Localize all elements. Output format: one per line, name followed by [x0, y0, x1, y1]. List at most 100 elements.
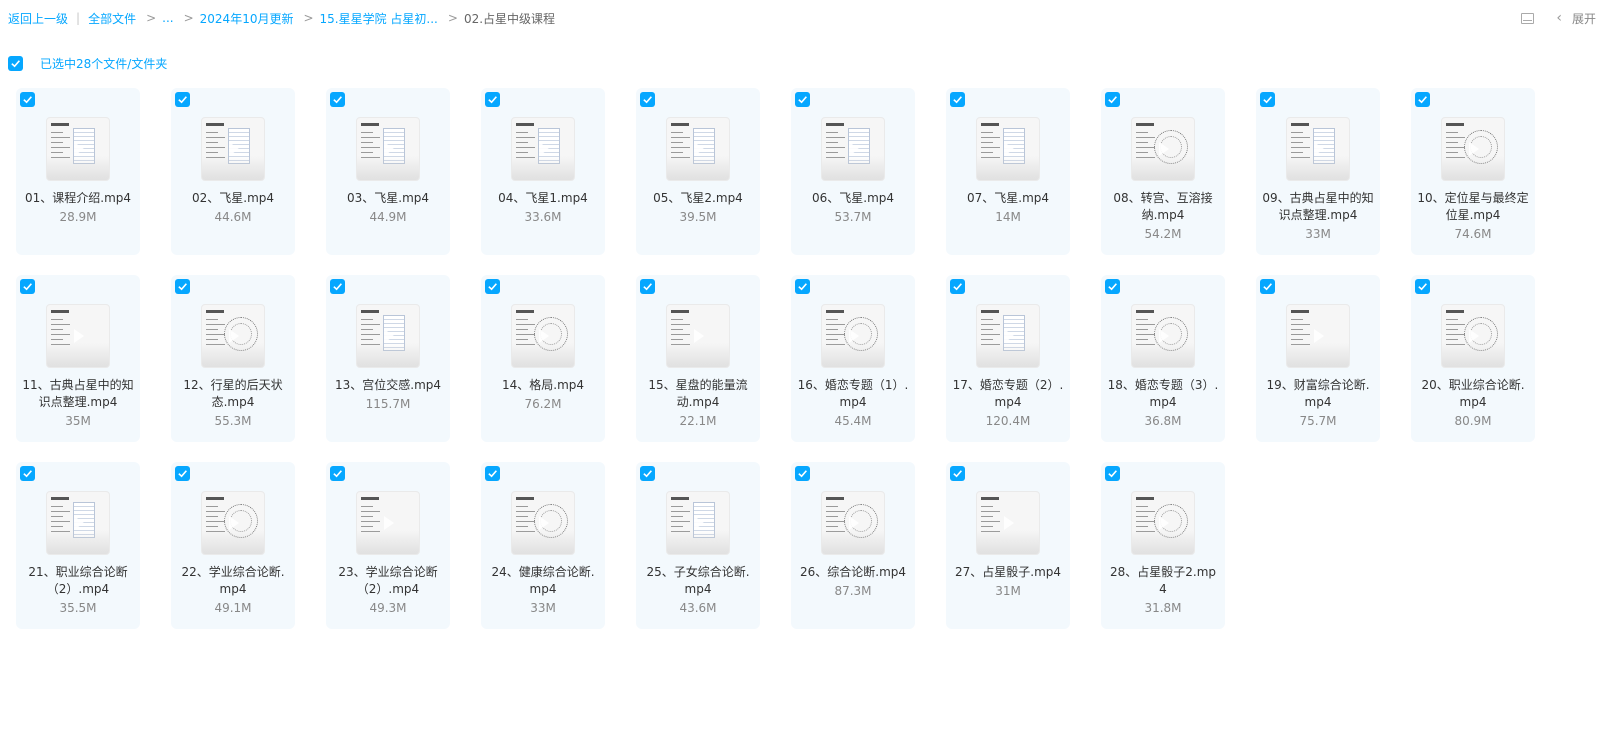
file-name[interactable]: 26、综合论断.mp4 — [797, 564, 909, 581]
file-name[interactable]: 04、飞星1.mp4 — [487, 190, 599, 207]
file-card[interactable]: 16、婚恋专题（1）.mp4 45.4M — [791, 275, 915, 442]
file-card[interactable]: 27、占星骰子.mp4 31M — [946, 462, 1070, 629]
file-card[interactable]: 26、综合论断.mp4 87.3M — [791, 462, 915, 629]
video-thumbnail[interactable] — [666, 491, 730, 555]
video-thumbnail[interactable] — [356, 304, 420, 368]
video-thumbnail[interactable] — [201, 117, 265, 181]
file-name[interactable]: 23、学业综合论断（2）.mp4 — [332, 564, 444, 598]
breadcrumb-root-link[interactable]: 全部文件 — [88, 10, 136, 27]
file-card[interactable]: 18、婚恋专题（3）.mp4 36.8M — [1101, 275, 1225, 442]
file-name[interactable]: 11、古典占星中的知识点整理.mp4 — [22, 377, 134, 411]
select-all-checkbox[interactable] — [8, 55, 23, 71]
video-thumbnail[interactable] — [46, 304, 110, 368]
breadcrumb-back-link[interactable]: 返回上一级 — [8, 10, 68, 27]
file-name[interactable]: 20、职业综合论断.mp4 — [1417, 377, 1529, 411]
video-thumbnail[interactable] — [356, 117, 420, 181]
file-card[interactable]: 09、古典占星中的知识点整理.mp4 33M — [1256, 88, 1380, 255]
file-checkbox[interactable] — [640, 466, 655, 481]
file-checkbox[interactable] — [20, 279, 35, 294]
video-thumbnail[interactable] — [46, 491, 110, 555]
file-card[interactable]: 25、子女综合论断.mp4 43.6M — [636, 462, 760, 629]
file-card[interactable]: 05、飞星2.mp4 39.5M — [636, 88, 760, 255]
file-name[interactable]: 08、转宫、互溶接纳.mp4 — [1107, 190, 1219, 224]
file-name[interactable]: 24、健康综合论断.mp4 — [487, 564, 599, 598]
file-checkbox[interactable] — [175, 466, 190, 481]
file-card[interactable]: 13、宫位交感.mp4 115.7M — [326, 275, 450, 442]
video-thumbnail[interactable] — [976, 304, 1040, 368]
video-thumbnail[interactable] — [1131, 117, 1195, 181]
file-name[interactable]: 06、飞星.mp4 — [797, 190, 909, 207]
file-card[interactable]: 22、学业综合论断.mp4 49.1M — [171, 462, 295, 629]
file-checkbox[interactable] — [485, 92, 500, 107]
file-name[interactable]: 15、星盘的能量流动.mp4 — [642, 377, 754, 411]
file-checkbox[interactable] — [1105, 279, 1120, 294]
video-thumbnail[interactable] — [511, 491, 575, 555]
breadcrumb-ellipsis[interactable]: ... — [162, 11, 173, 25]
video-thumbnail[interactable] — [1441, 117, 1505, 181]
file-name[interactable]: 07、飞星.mp4 — [952, 190, 1064, 207]
file-checkbox[interactable] — [1105, 92, 1120, 107]
video-thumbnail[interactable] — [821, 304, 885, 368]
file-card[interactable]: 23、学业综合论断（2）.mp4 49.3M — [326, 462, 450, 629]
file-checkbox[interactable] — [640, 92, 655, 107]
file-name[interactable]: 05、飞星2.mp4 — [642, 190, 754, 207]
file-checkbox[interactable] — [330, 466, 345, 481]
file-checkbox[interactable] — [1260, 92, 1275, 107]
file-name[interactable]: 02、飞星.mp4 — [177, 190, 289, 207]
file-name[interactable]: 14、格局.mp4 — [487, 377, 599, 394]
video-thumbnail[interactable] — [201, 491, 265, 555]
chevron-left-icon[interactable]: ‹ — [1556, 10, 1562, 26]
breadcrumb-item-2024-10[interactable]: 2024年10月更新 — [200, 10, 294, 27]
file-name[interactable]: 17、婚恋专题（2）.mp4 — [952, 377, 1064, 411]
file-card[interactable]: 20、职业综合论断.mp4 80.9M — [1411, 275, 1535, 442]
file-name[interactable]: 10、定位星与最终定位星.mp4 — [1417, 190, 1529, 224]
file-card[interactable]: 01、课程介绍.mp4 28.9M — [16, 88, 140, 255]
file-card[interactable]: 14、格局.mp4 76.2M — [481, 275, 605, 442]
video-thumbnail[interactable] — [976, 491, 1040, 555]
file-name[interactable]: 25、子女综合论断.mp4 — [642, 564, 754, 598]
file-checkbox[interactable] — [20, 92, 35, 107]
file-checkbox[interactable] — [330, 92, 345, 107]
file-name[interactable]: 19、财富综合论断.mp4 — [1262, 377, 1374, 411]
file-checkbox[interactable] — [950, 92, 965, 107]
file-checkbox[interactable] — [1260, 279, 1275, 294]
video-thumbnail[interactable] — [821, 491, 885, 555]
video-thumbnail[interactable] — [666, 117, 730, 181]
file-card[interactable]: 07、飞星.mp4 14M — [946, 88, 1070, 255]
file-checkbox[interactable] — [1415, 92, 1430, 107]
video-thumbnail[interactable] — [511, 304, 575, 368]
file-checkbox[interactable] — [20, 466, 35, 481]
video-thumbnail[interactable] — [46, 117, 110, 181]
file-name[interactable]: 16、婚恋专题（1）.mp4 — [797, 377, 909, 411]
file-card[interactable]: 06、飞星.mp4 53.7M — [791, 88, 915, 255]
file-checkbox[interactable] — [330, 279, 345, 294]
file-card[interactable]: 02、飞星.mp4 44.6M — [171, 88, 295, 255]
file-name[interactable]: 03、飞星.mp4 — [332, 190, 444, 207]
video-thumbnail[interactable] — [1131, 491, 1195, 555]
file-checkbox[interactable] — [950, 279, 965, 294]
file-checkbox[interactable] — [1105, 466, 1120, 481]
video-thumbnail[interactable] — [666, 304, 730, 368]
file-checkbox[interactable] — [640, 279, 655, 294]
video-thumbnail[interactable] — [1441, 304, 1505, 368]
file-name[interactable]: 27、占星骰子.mp4 — [952, 564, 1064, 581]
file-name[interactable]: 18、婚恋专题（3）.mp4 — [1107, 377, 1219, 411]
file-checkbox[interactable] — [795, 466, 810, 481]
breadcrumb-item-xingxing[interactable]: 15.星星学院 占星初... — [320, 10, 438, 27]
file-card[interactable]: 21、职业综合论断（2）.mp4 35.5M — [16, 462, 140, 629]
video-thumbnail[interactable] — [1286, 304, 1350, 368]
file-card[interactable]: 28、占星骰子2.mp4 31.8M — [1101, 462, 1225, 629]
file-checkbox[interactable] — [795, 279, 810, 294]
file-name[interactable]: 01、课程介绍.mp4 — [22, 190, 134, 207]
file-name[interactable]: 28、占星骰子2.mp4 — [1107, 564, 1219, 598]
file-name[interactable]: 21、职业综合论断（2）.mp4 — [22, 564, 134, 598]
file-checkbox[interactable] — [1415, 279, 1430, 294]
video-thumbnail[interactable] — [511, 117, 575, 181]
file-checkbox[interactable] — [175, 92, 190, 107]
file-checkbox[interactable] — [795, 92, 810, 107]
file-card[interactable]: 08、转宫、互溶接纳.mp4 54.2M — [1101, 88, 1225, 255]
file-checkbox[interactable] — [485, 279, 500, 294]
file-card[interactable]: 19、财富综合论断.mp4 75.7M — [1256, 275, 1380, 442]
video-thumbnail[interactable] — [356, 491, 420, 555]
video-thumbnail[interactable] — [976, 117, 1040, 181]
